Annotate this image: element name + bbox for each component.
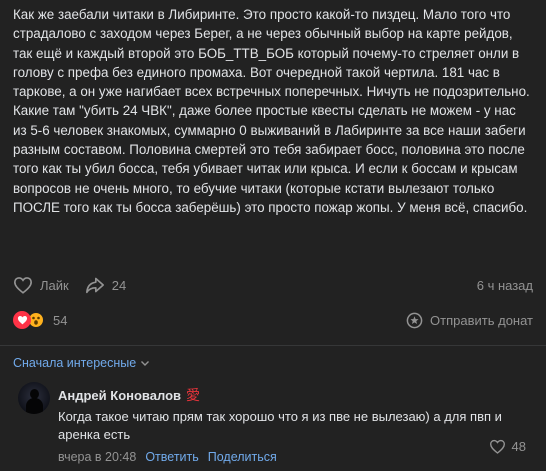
sort-label: Сначала интересные	[13, 356, 137, 370]
comment-author-row: Андрей Коновалов 愛	[58, 385, 528, 405]
like-label: Лайк	[40, 277, 69, 293]
post-actions-bar: Лайк 24 6 ч назад	[13, 274, 533, 296]
reactions-bar: 54 Отправить донат	[13, 309, 533, 331]
like-button[interactable]: Лайк	[13, 276, 69, 294]
reaction-count: 54	[53, 312, 68, 328]
donate-label: Отправить донат	[430, 312, 533, 328]
donate-button[interactable]: Отправить донат	[406, 312, 533, 329]
share-button[interactable]: 24	[85, 276, 126, 294]
comments-sort-dropdown[interactable]: Сначала интересные	[13, 356, 150, 370]
donate-icon	[406, 312, 423, 328]
heart-outline-icon	[13, 277, 33, 294]
reaction-icons[interactable]	[13, 311, 45, 329]
comment-time[interactable]: вчера в 20:48	[58, 450, 136, 464]
comment-text: Когда такое читаю прям так хорошо что я …	[58, 409, 502, 442]
comment-author[interactable]: Андрей Коновалов	[58, 388, 181, 403]
reply-button[interactable]: Ответить	[145, 450, 198, 464]
comment-like-count: 48	[511, 439, 526, 454]
divider	[0, 345, 546, 346]
post-time[interactable]: 6 ч назад	[477, 278, 533, 293]
post-text: Как же заебали читаки в Либиринте. Это п…	[13, 5, 533, 217]
comment-body: Андрей Коновалов 愛 Когда такое читаю пря…	[58, 385, 528, 465]
heart-reaction-icon	[13, 311, 31, 329]
avatar-figure-body	[26, 398, 43, 414]
post-paragraph: Какие там "убить 24 ЧВК", даже более про…	[13, 103, 528, 215]
comment-share-button[interactable]: Поделиться	[208, 450, 277, 464]
comment-meta: вчера в 20:48 Ответить Поделиться	[58, 450, 528, 464]
chevron-down-icon	[141, 361, 150, 366]
share-count: 24	[111, 277, 127, 293]
avatar[interactable]	[18, 382, 50, 414]
post-paragraph: Как же заебали читаки в Либиринте. Это п…	[13, 7, 530, 100]
share-arrow-icon	[85, 277, 104, 294]
comment-like-button[interactable]: 48	[489, 439, 526, 454]
heart-outline-icon	[489, 439, 505, 454]
author-badge: 愛	[186, 388, 201, 404]
